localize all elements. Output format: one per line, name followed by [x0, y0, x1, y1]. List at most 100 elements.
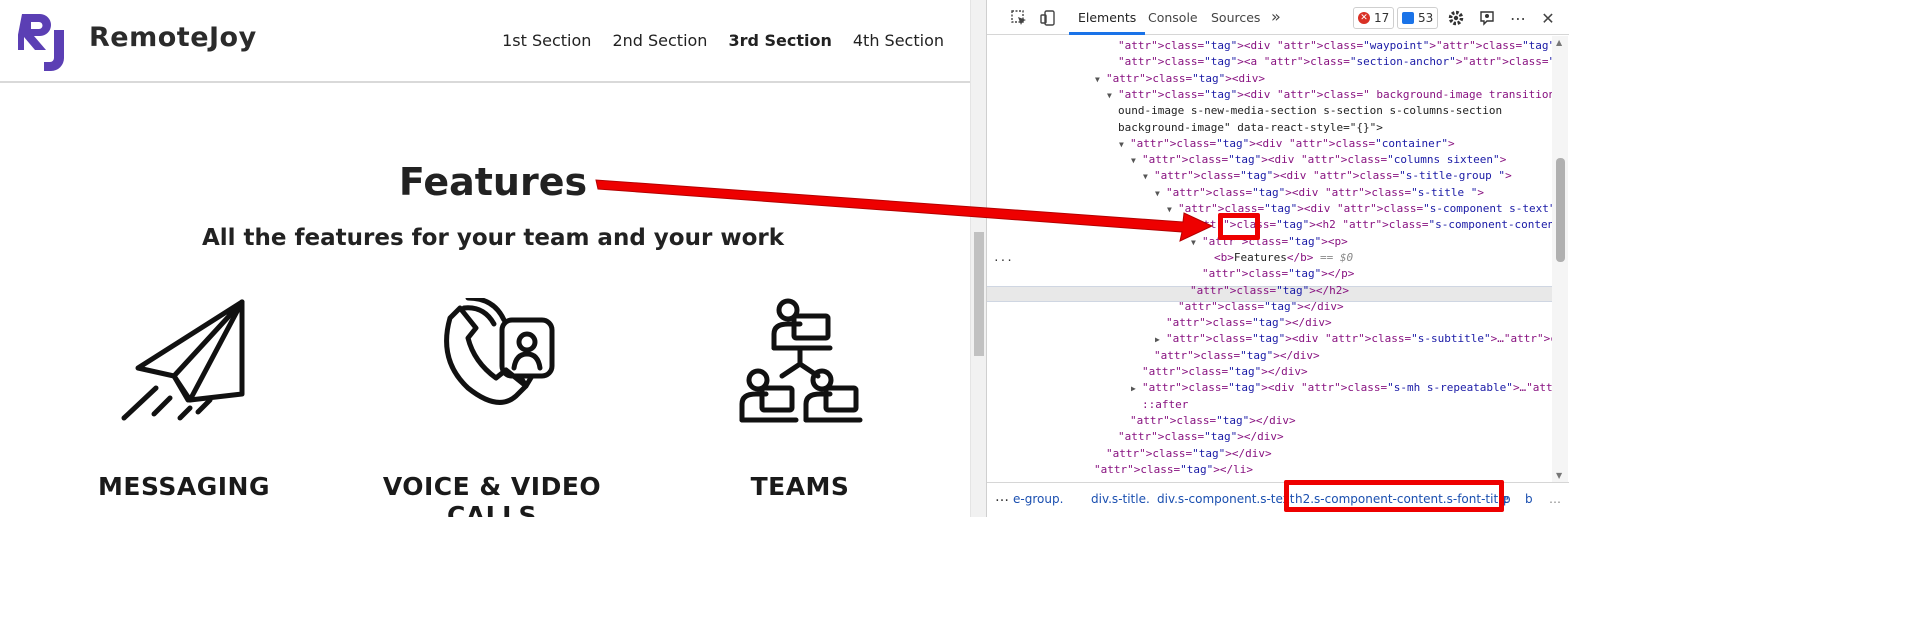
dom-node-text: "attr">class="tag"><div "attr">class="wa…	[1118, 39, 1553, 52]
nav-link-3rd-section[interactable]: 3rd Section	[728, 31, 831, 50]
annotation-box-breadcrumb	[1284, 480, 1504, 512]
scroll-up-icon[interactable]: ▲	[1556, 38, 1562, 47]
dom-tree-scrollbar[interactable]: ▲ ▼	[1552, 36, 1568, 482]
dom-tree: "attr">class="tag"><div "attr">class="wa…	[987, 36, 1553, 482]
feature-label-voice-video-calls: VOICE & VIDEO CALLS	[382, 472, 602, 517]
expand-triangle-icon[interactable]: ▼	[1143, 169, 1154, 185]
dom-node-line[interactable]: <b>Features</b> == $0	[1203, 250, 1353, 266]
features-subheading: All the features for your team and your …	[201, 225, 785, 251]
dom-node-line[interactable]: ▼ "attr">class="tag"><div "attr">class=" …	[1107, 87, 1553, 103]
gear-icon[interactable]	[1444, 6, 1468, 30]
dom-node-line[interactable]: ▶ "attr">class="tag"><div "attr">class="s…	[1131, 380, 1553, 396]
breadcrumb-item[interactable]: b	[1525, 492, 1533, 506]
message-count-badge[interactable]: 53	[1397, 7, 1439, 29]
devtools-panel: Elements Console Sources » ✕ 17 53 ⋯ ✕ "…	[986, 0, 1569, 517]
features-heading: Features	[398, 160, 588, 204]
active-tab-indicator	[1069, 32, 1145, 35]
site-scrollbar[interactable]	[970, 0, 986, 517]
error-count-badge[interactable]: ✕ 17	[1353, 7, 1395, 29]
expand-triangle-icon[interactable]: ▼	[1119, 137, 1130, 153]
dom-node-line[interactable]: "attr">class="tag"></div>	[1167, 299, 1344, 315]
selected-node-ellipsis[interactable]: ...	[993, 251, 1013, 264]
dom-node-line[interactable]: "attr">class="tag"></div>	[1155, 315, 1332, 331]
expand-triangle-icon[interactable]: ▼	[1107, 88, 1118, 104]
site-header: RemoteJoy 1st Section 2nd Section 3rd Se…	[0, 0, 986, 83]
expand-triangle-icon[interactable]: ▼	[1131, 153, 1142, 169]
dom-node-text: "attr">class="tag"><div "attr">class=" b…	[1118, 87, 1553, 101]
expand-triangle-icon[interactable]: ▼	[1095, 72, 1106, 88]
dom-node-line[interactable]: ::after	[1131, 397, 1188, 413]
breadcrumb-overflow[interactable]: …	[995, 489, 1009, 505]
annotation-box-h2	[1218, 213, 1260, 240]
dom-node-line[interactable]: ▼ "attr">class="tag"><div>	[1095, 71, 1265, 87]
dom-node-line[interactable]: "attr">class="tag"></li>	[1083, 462, 1253, 478]
collapse-triangle-icon[interactable]: ▶	[1155, 332, 1166, 348]
dom-node-line[interactable]: ▼ "attr">class="tag"><div "attr">class="s…	[1143, 168, 1512, 184]
remotejoy-logo[interactable]	[18, 10, 70, 74]
expand-triangle-icon[interactable]: ▼	[1167, 202, 1178, 218]
dom-node-text: "attr">class="tag"><div "attr">class="s-…	[1154, 169, 1512, 183]
feature-label-teams: TEAMS	[750, 472, 850, 501]
paper-plane-icon	[121, 299, 245, 421]
dom-node-text: "attr">class="tag"></div>	[1178, 299, 1344, 313]
team-network-icon	[739, 298, 863, 423]
dom-node-text: "attr">class="tag"><a "attr">class="sect…	[1118, 55, 1553, 69]
dom-node-text: "attr">class="tag"></h2>	[1190, 283, 1349, 297]
nav-link-4th-section[interactable]: 4th Section	[853, 31, 944, 50]
dom-node-line[interactable]: ▼ "attr">class="tag"><div "attr">class="s…	[1155, 185, 1484, 201]
nav-link-1st-section[interactable]: 1st Section	[502, 31, 591, 50]
dom-node-line[interactable]: "attr">class="tag"><a "attr">class="sect…	[1107, 54, 1553, 70]
dom-node-line[interactable]: ▼ "attr">class="tag"><div "attr">class="c…	[1119, 136, 1455, 152]
dom-node-text: "attr">class="tag"></div>	[1154, 348, 1320, 362]
brand-name[interactable]: RemoteJoy	[89, 22, 257, 53]
expand-triangle-icon[interactable]: ▼	[1191, 235, 1202, 251]
dom-node-line[interactable]: "attr">class="tag"></h2>	[1179, 283, 1349, 299]
dom-node-line[interactable]: ound-image s-new-media-section s-section…	[1107, 103, 1502, 119]
tab-console[interactable]: Console	[1148, 10, 1198, 25]
expand-triangle-icon[interactable]: ▼	[1155, 186, 1166, 202]
dom-tree-scrollbar-thumb[interactable]	[1556, 158, 1565, 262]
dom-node-line[interactable]: ▶ "attr">class="tag"><div "attr">class="s…	[1155, 331, 1553, 347]
dom-node-line[interactable]: "attr">class="tag"></p>	[1191, 266, 1354, 282]
site-nav: 1st Section 2nd Section 3rd Section 4th …	[481, 31, 944, 50]
dom-node-line[interactable]: "attr">class="tag"></div>	[1095, 446, 1272, 462]
breadcrumb-item[interactable]: div.s-title.	[1091, 492, 1150, 506]
inspect-element-icon[interactable]	[1007, 6, 1031, 30]
breadcrumb-item[interactable]: e-group.	[1013, 492, 1081, 506]
dom-node-text: background-image" data-react-style="{}">	[1118, 120, 1383, 134]
dom-node-line[interactable]: "attr">class="tag"></div>	[1107, 429, 1284, 445]
dom-node-text: <b>Features</b> == $0	[1214, 250, 1354, 264]
dom-node-line[interactable]: "attr">class="tag"></div>	[1131, 364, 1308, 380]
breadcrumb-more[interactable]: …	[1549, 492, 1561, 506]
collapse-triangle-icon[interactable]: ▶	[1131, 381, 1142, 397]
dom-node-text: ound-image s-new-media-section s-section…	[1118, 104, 1503, 118]
breadcrumb-item[interactable]: div.s-component.s-text	[1157, 492, 1294, 506]
tab-sources[interactable]: Sources	[1211, 10, 1260, 25]
dom-node-text: "attr">class="tag"></div>	[1106, 446, 1272, 460]
feedback-icon[interactable]	[1475, 6, 1499, 30]
nav-link-2nd-section[interactable]: 2nd Section	[612, 31, 707, 50]
dom-node-line[interactable]: ▼ "attr">class="tag"><p>	[1191, 234, 1348, 250]
expand-triangle-icon[interactable]: ▼	[1179, 218, 1190, 234]
dom-node-text: "attr">class="tag"><div "attr">class="s-…	[1166, 185, 1484, 199]
dom-node-text: ::after	[1142, 397, 1189, 411]
dom-node-text: "attr">class="tag"><div "attr">class="co…	[1130, 136, 1455, 150]
scroll-down-icon[interactable]: ▼	[1556, 471, 1562, 480]
dom-node-line[interactable]: "attr">class="tag"><div "attr">class="wa…	[1107, 38, 1553, 54]
device-toggle-icon[interactable]	[1037, 6, 1061, 30]
close-icon[interactable]: ✕	[1536, 6, 1560, 30]
more-options-icon[interactable]: ⋯	[1506, 6, 1530, 30]
site-scrollbar-thumb[interactable]	[974, 232, 984, 356]
dom-node-line[interactable]: background-image" data-react-style="{}">	[1107, 120, 1383, 136]
more-tabs-icon[interactable]: »	[1271, 7, 1281, 26]
dom-node-text: "attr">class="tag"></p>	[1202, 267, 1355, 281]
dom-node-line[interactable]: "attr">class="tag"></div>	[1143, 348, 1320, 364]
dom-node-line[interactable]: ▼ "attr">class="tag"><div "attr">class="c…	[1131, 152, 1506, 168]
dom-node-text: "attr">class="tag"></div>	[1130, 413, 1296, 427]
tab-elements[interactable]: Elements	[1078, 10, 1136, 25]
breadcrumb-item[interactable]: p	[1503, 492, 1511, 506]
error-icon: ✕	[1358, 12, 1370, 24]
dom-node-text: "attr">class="tag"></div>	[1166, 316, 1332, 330]
dom-node-text: "attr">class="tag"></li>	[1094, 462, 1253, 476]
dom-node-line[interactable]: "attr">class="tag"></div>	[1119, 413, 1296, 429]
